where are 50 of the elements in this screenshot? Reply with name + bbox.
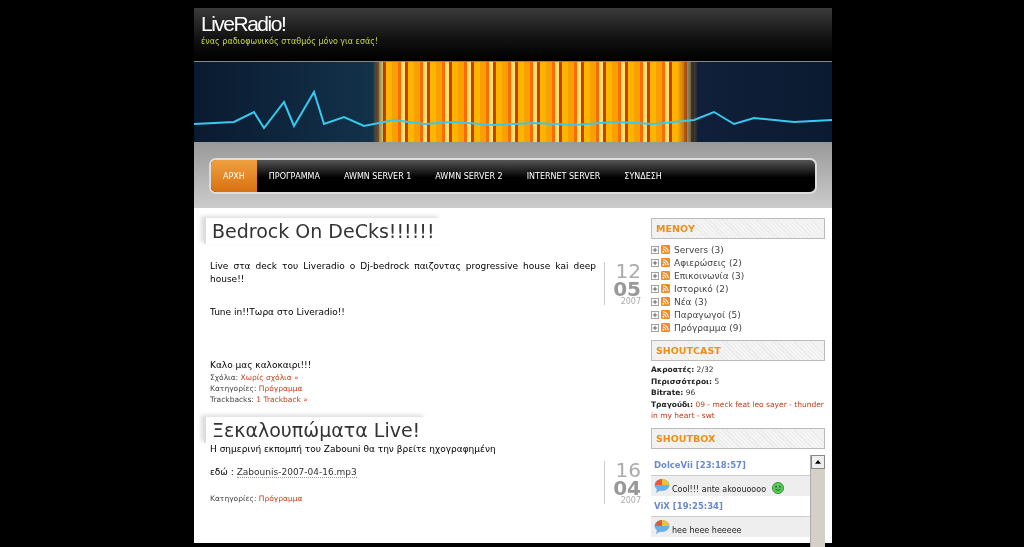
expand-icon[interactable] (651, 271, 659, 280)
shout-message: Cool!!! ante akoouoooo (672, 484, 767, 494)
nav-tab[interactable]: ΣΥΝΔΕΣΗ (612, 160, 674, 192)
category-link[interactable]: Νέα (3) (674, 296, 708, 307)
rss-icon[interactable] (661, 245, 670, 254)
menu-heading: ΜΕΝΟΥ (651, 218, 825, 239)
category-link[interactable]: Επικοινωνία (3) (674, 270, 745, 281)
category-link[interactable]: Ιστορικό (2) (674, 283, 729, 294)
shout-author: ViX [19:25:34] (653, 499, 724, 513)
scrollbar[interactable] (810, 454, 825, 547)
post-paragraph: Tune in!!Τωρα στο Liveradio!! (210, 306, 346, 319)
post-paragraph: Live στα deck του Liveradio ο Dj-bedrock παιζοντας progressive house kai deep house!! (210, 260, 596, 286)
chat-bubble-icon (654, 518, 670, 535)
rss-icon[interactable] (661, 323, 670, 332)
expand-icon[interactable] (651, 258, 659, 267)
category-link[interactable]: Servers (3) (674, 244, 724, 255)
rss-icon[interactable] (661, 258, 670, 267)
chat-bubble-icon (654, 477, 670, 494)
expand-icon[interactable] (651, 245, 659, 254)
category-link[interactable]: Αφιερώσεις (2) (674, 257, 742, 268)
post-title[interactable]: Ξεκαλουπώματα Live! (204, 417, 427, 443)
post-date: 16 04 2007 (604, 461, 641, 505)
post-date: 12 05 2007 (604, 262, 641, 306)
nav-tab[interactable]: INTERNET SERVER (514, 160, 613, 192)
link-label: εδώ : (210, 467, 234, 477)
shoutbox-heading: SHOUTBOX (651, 427, 825, 449)
nav-tab[interactable]: ΠΡΟΓΡΑΜΜΑ (256, 160, 332, 192)
shout-author: DolceVii [23:18:57] (653, 458, 747, 472)
nav-tab[interactable]: AWMN SERVER 1 (331, 160, 424, 192)
post-paragraph: Η σημερινή εκπομπή του Zabouni θα την βρείτε ηχογραφημένη (210, 443, 497, 456)
category-link[interactable]: Παραγωγοί (5) (674, 309, 741, 320)
shout-message: hee heee heeeee (672, 525, 742, 535)
shoutcast-heading: SHOUTCAST (651, 340, 825, 361)
rss-icon[interactable] (661, 310, 670, 319)
expand-icon[interactable] (651, 323, 659, 332)
rss-icon[interactable] (661, 284, 670, 293)
expand-icon[interactable] (651, 297, 659, 306)
post-paragraph: Καλο μας καλοκαιρι!!! (210, 359, 313, 372)
rss-icon[interactable] (661, 297, 670, 306)
expand-icon[interactable] (651, 284, 659, 293)
expand-icon[interactable] (651, 310, 659, 319)
smiley-icon (772, 481, 785, 494)
category-link[interactable]: Πρόγραμμα (9) (674, 322, 742, 333)
scroll-up-icon[interactable] (815, 459, 821, 464)
nav-tab[interactable]: AWMN SERVER 2 (423, 160, 515, 192)
rss-icon[interactable] (661, 271, 670, 280)
site-tagline: ένας ραδιοφωνικός σταθμός μόνο για εσάς! (201, 37, 380, 46)
post-title[interactable]: Bedrock On DeCks!!!!!! (204, 218, 441, 244)
site-title[interactable]: LiveRadio! (201, 12, 825, 36)
file-link[interactable]: Zabounis-2007-04-16.mp3 (236, 467, 357, 478)
